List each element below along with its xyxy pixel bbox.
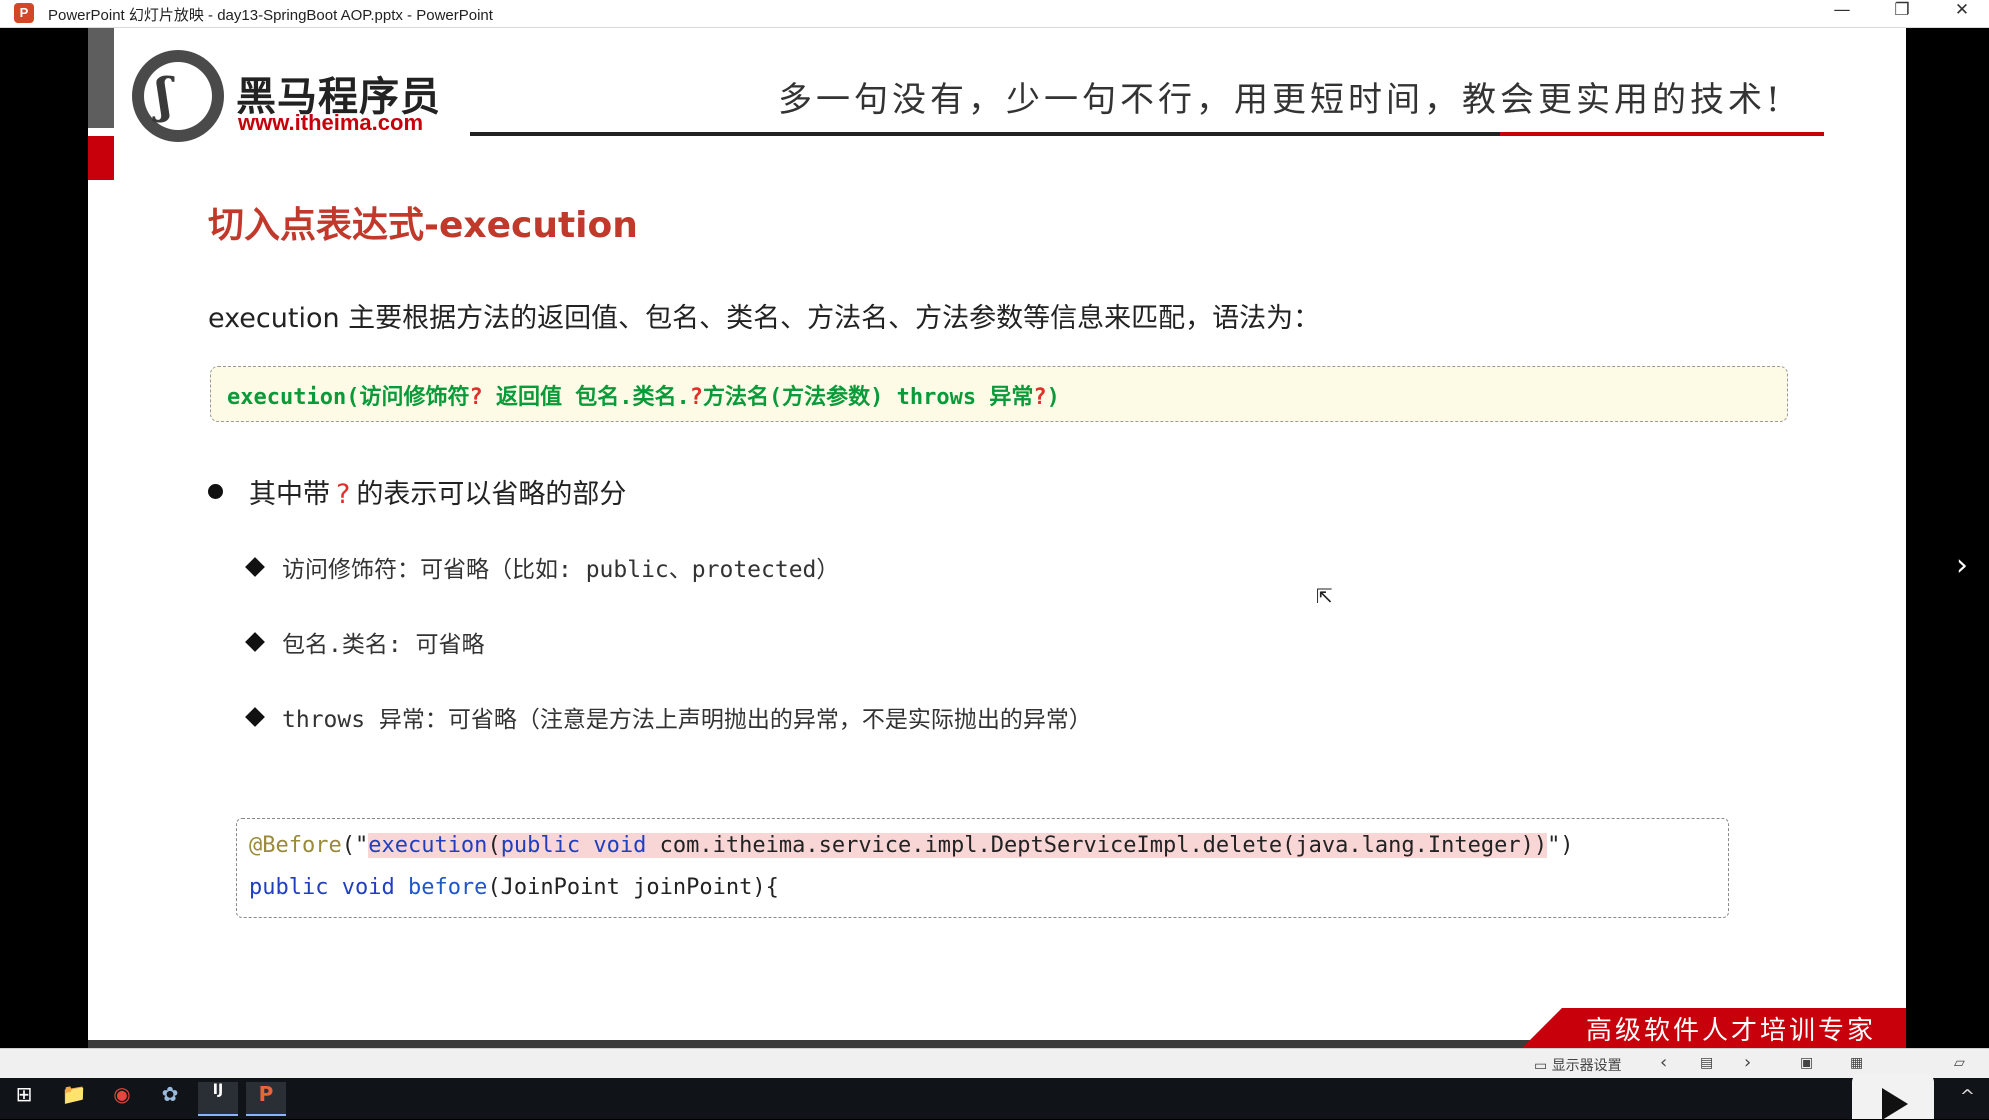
app-icon[interactable]: ✿ <box>150 1082 190 1116</box>
tray-chevron-icon[interactable]: ^ <box>1960 1086 1975 1107</box>
file-explorer-icon[interactable]: 📁 <box>54 1082 94 1116</box>
slogan: 多一句没有，少一句不行，用更短时间，教会更实用的技术! <box>778 80 1784 120</box>
diamond-bullet-icon <box>245 707 265 727</box>
powerpoint-taskbar-icon[interactable]: P <box>246 1082 286 1116</box>
bullet-optional-parts: 其中带? 的表示可以省略的部分 <box>208 472 626 511</box>
intellij-icon[interactable]: IJ <box>198 1082 238 1116</box>
windows-start-icon[interactable]: ⊞ <box>4 1082 44 1116</box>
play-icon <box>1882 1088 1908 1120</box>
code-line-method: public void before(JoinPoint joinPoint){ <box>249 875 779 900</box>
prev-slide-button[interactable]: ‹ <box>1660 1052 1667 1073</box>
powerpoint-icon: P <box>14 3 34 23</box>
reading-view-icon[interactable]: ▣ <box>1800 1055 1813 1071</box>
intro-text: execution 主要根据方法的返回值、包名、类名、方法名、方法参数等信息来匹… <box>208 303 1321 334</box>
brand-url: www.itheima.com <box>238 110 424 135</box>
slideshow-statusbar: ▭ 显示器设置 ‹ ▤ › ▣ ▦ ▱ <box>0 1048 1989 1079</box>
header-divider <box>470 132 1594 136</box>
window-title: PowerPoint 幻灯片放映 - day13-SpringBoot AOP.… <box>48 7 493 24</box>
next-slide-arrow-icon[interactable]: › <box>1956 548 1968 583</box>
banner-text: 高级软件人才培训专家 <box>1586 1016 1877 1046</box>
mouse-cursor-icon: ⇱ <box>1316 584 1333 608</box>
slide-sorter-icon[interactable]: ▦ <box>1850 1055 1863 1071</box>
video-play-button[interactable] <box>1852 1074 1934 1120</box>
code-example: @Before("execution(public void com.ithei… <box>236 818 1729 918</box>
bullet-dot-icon <box>208 484 223 499</box>
slide-title: 切入点表达式-execution <box>208 205 638 246</box>
slideshow-view-icon[interactable]: ▱ <box>1954 1055 1965 1071</box>
diamond-bullet-icon <box>245 557 265 577</box>
header-divider-accent <box>1500 132 1824 136</box>
sub-item-package-class: 包名.类名: 可省略 <box>245 625 485 659</box>
normal-view-icon[interactable]: ▤ <box>1700 1055 1713 1071</box>
taskbar: ⊞ 📁 ◉ ✿ IJ P ^ <box>0 1078 1989 1119</box>
sub-item-throws: throws 异常：可省略（注意是方法上声明抛出的异常，不是实际抛出的异常） <box>245 700 1092 734</box>
side-accent-gray <box>88 28 114 128</box>
side-accent-red <box>88 136 114 180</box>
slogan-banner: 高级软件人才培训专家 <box>1522 1008 1906 1048</box>
display-settings-button[interactable]: ▭ 显示器设置 <box>1534 1055 1622 1075</box>
sub-item-access-modifier: 访问修饰符：可省略（比如: public、protected） <box>245 550 839 584</box>
horse-logo-icon: ʃ <box>132 50 224 142</box>
diamond-bullet-icon <box>245 632 265 652</box>
code-line-annotation: @Before("execution(public void com.ithei… <box>249 833 1574 858</box>
window-titlebar: P PowerPoint 幻灯片放映 - day13-SpringBoot AO… <box>0 0 1989 28</box>
chrome-icon[interactable]: ◉ <box>102 1082 142 1116</box>
next-slide-button[interactable]: › <box>1744 1052 1751 1073</box>
restore-button[interactable]: ❐ <box>1874 0 1930 27</box>
slide[interactable]: ʃ 黑马程序员 www.itheima.com 多一句没有，少一句不行，用更短时… <box>88 28 1906 1040</box>
slideshow-stage: ʃ 黑马程序员 www.itheima.com 多一句没有，少一句不行，用更短时… <box>0 28 1989 1048</box>
minimize-button[interactable]: — <box>1814 0 1870 27</box>
syntax-box: execution(访问修饰符? 返回值 包名.类名.?方法名(方法参数) th… <box>210 366 1788 422</box>
syntax-expression: execution(访问修饰符? 返回值 包名.类名.?方法名(方法参数) th… <box>227 385 1060 410</box>
close-button[interactable]: ✕ <box>1934 0 1989 27</box>
